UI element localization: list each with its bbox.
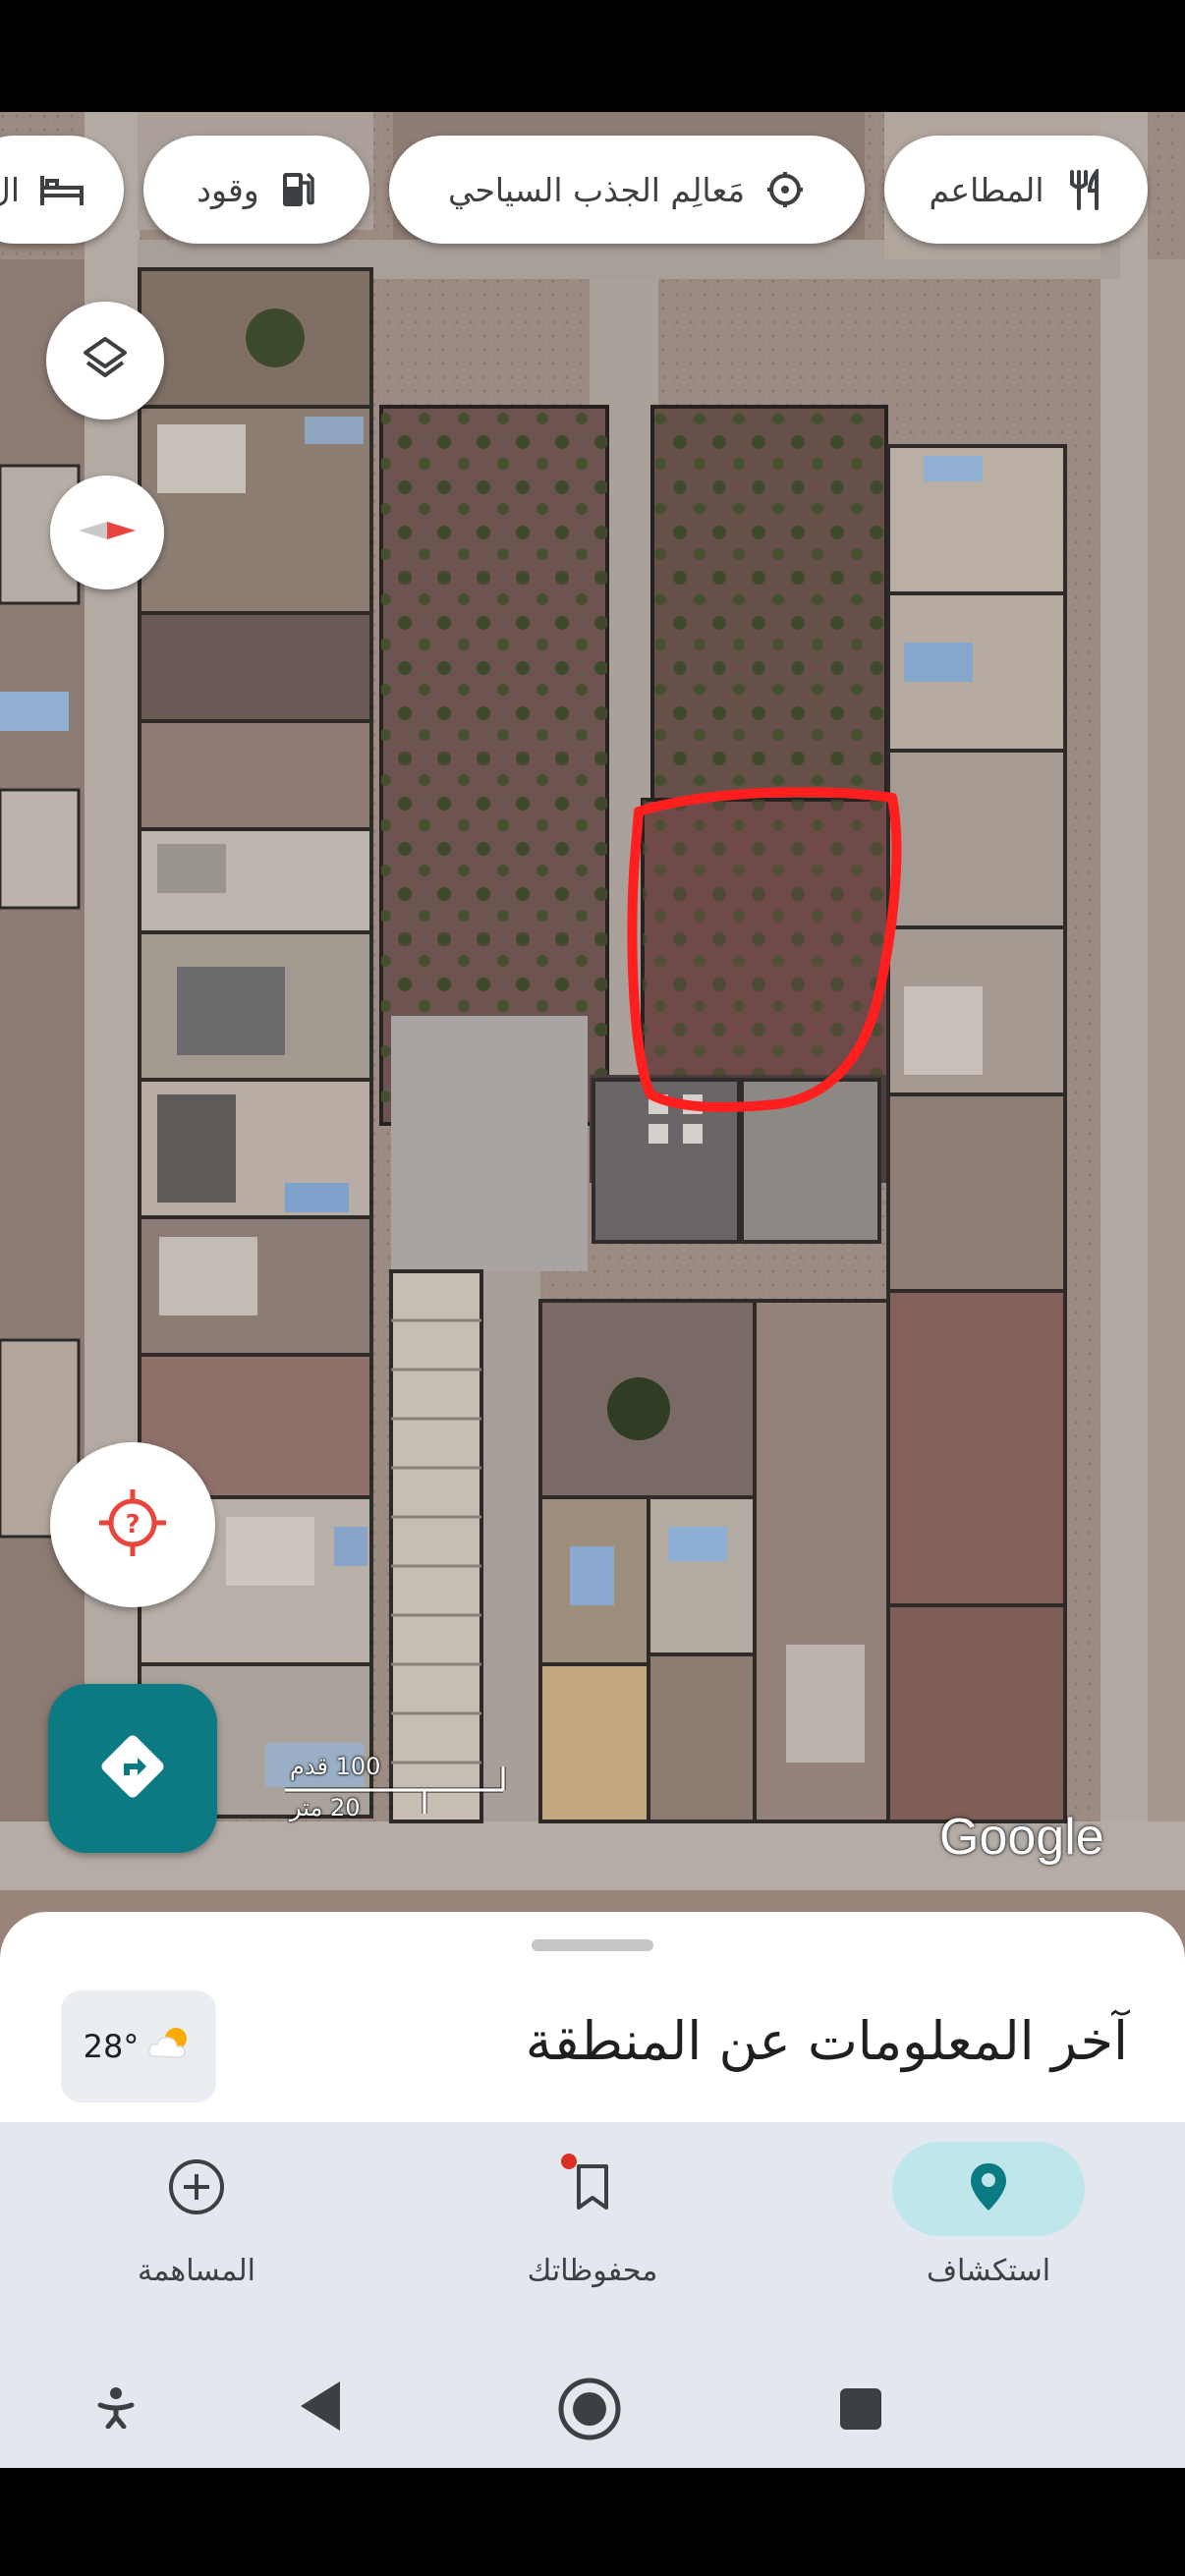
location-pin-icon — [969, 2161, 1008, 2216]
compass-button[interactable] — [50, 476, 164, 589]
chip-restaurants-label: المطاعم — [929, 170, 1044, 209]
recents-square-icon — [838, 2386, 883, 2436]
weather-chip[interactable]: 28° — [61, 1990, 216, 2102]
directions-icon — [96, 1730, 169, 1807]
location-unknown-icon: ? — [93, 1484, 172, 1566]
layers-button[interactable] — [46, 302, 164, 420]
gas-station-icon — [279, 169, 316, 210]
chip-attractions-label: مَعالِم الجذب السياحي — [447, 170, 746, 209]
chip-fuel[interactable]: وقود — [143, 136, 369, 244]
tab-contribute[interactable]: المساهمة — [39, 2142, 354, 2338]
area-updates-title: آخر المعلومات عن المنطقة — [525, 2010, 1128, 2072]
chip-restaurants[interactable]: المطاعم — [884, 136, 1148, 244]
tab-saved[interactable]: محفوظاتك — [435, 2142, 750, 2338]
accessibility-icon — [96, 2385, 136, 2433]
system-navigation-bar — [0, 2344, 1185, 2468]
back-button[interactable] — [293, 2380, 346, 2436]
notification-badge — [561, 2154, 577, 2169]
back-triangle-icon — [297, 2380, 342, 2436]
add-circle-icon — [167, 2157, 226, 2220]
tab-contribute-pill — [100, 2142, 293, 2236]
satellite-map[interactable]: المطاعم مَعالِم الجذب السياحي وقود ال ? — [0, 112, 1185, 1979]
landmark-icon — [764, 169, 806, 210]
tab-explore[interactable]: استكشاف — [831, 2142, 1146, 2338]
tab-contribute-label: المساهمة — [138, 2254, 255, 2288]
bed-icon — [39, 172, 85, 207]
accessibility-button[interactable] — [90, 2383, 141, 2435]
scale-bar: 100 قدم 20 متر — [285, 1751, 511, 1829]
chip-lodging[interactable]: ال — [0, 136, 124, 244]
scale-feet: 100 قدم — [290, 1753, 381, 1780]
fork-knife-icon — [1064, 169, 1103, 210]
chip-fuel-label: وقود — [197, 170, 259, 209]
scale-meters: 20 متر — [290, 1794, 361, 1821]
tab-explore-label: استكشاف — [926, 2254, 1051, 2288]
bottom-navigation: استكشاف محفوظاتك المساهمة — [0, 2122, 1185, 2344]
status-bar — [0, 0, 1185, 112]
tab-saved-pill — [496, 2142, 689, 2236]
partly-cloudy-icon — [146, 2023, 194, 2070]
home-circle-icon — [557, 2377, 622, 2445]
home-button[interactable] — [556, 2378, 623, 2444]
my-location-button[interactable]: ? — [50, 1442, 215, 1607]
chip-attractions[interactable]: مَعالِم الجذب السياحي — [389, 136, 865, 244]
sheet-drag-handle[interactable] — [532, 1939, 653, 1951]
tab-saved-label: محفوظاتك — [527, 2254, 658, 2288]
google-watermark: Google — [939, 1809, 1104, 1866]
svg-text:?: ? — [125, 1510, 140, 1540]
tab-explore-pill — [892, 2142, 1085, 2236]
recents-button[interactable] — [837, 2387, 884, 2435]
chip-lodging-label: ال — [0, 170, 20, 209]
bottom-bezel — [0, 2468, 1185, 2576]
compass-icon — [73, 511, 141, 554]
bookmark-icon — [573, 2162, 612, 2215]
layers-icon — [78, 331, 133, 390]
weather-temperature: 28° — [83, 2028, 140, 2065]
directions-button[interactable] — [48, 1684, 217, 1853]
